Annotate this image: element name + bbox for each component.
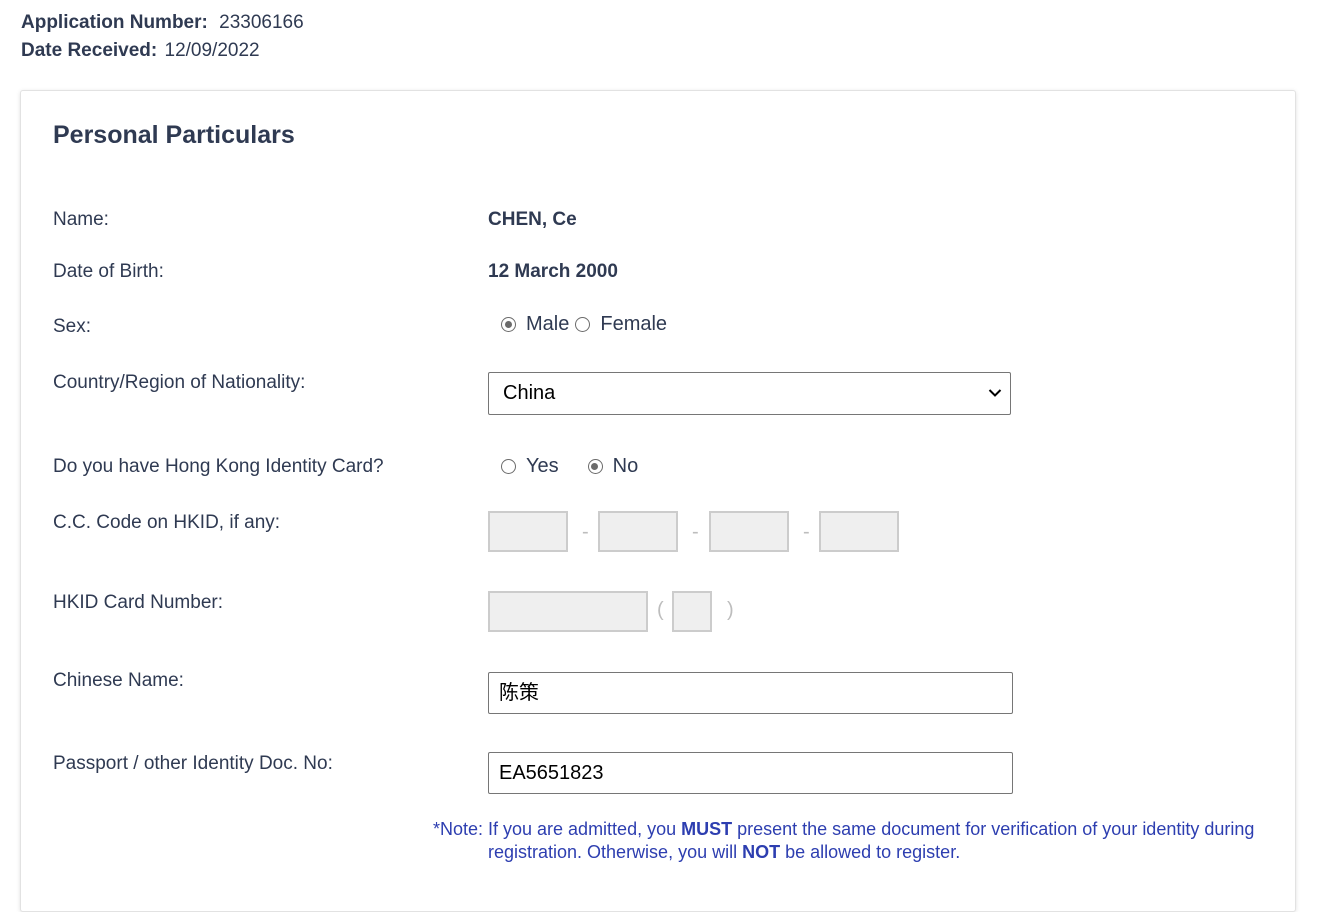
- cc-code-input-2[interactable]: [598, 511, 678, 552]
- hkid-no-label: No: [612, 455, 639, 477]
- date-received-value: 12/09/2022: [164, 40, 260, 61]
- personal-particulars-card: Personal Particulars Name: CHEN, Ce Date…: [20, 90, 1296, 912]
- sex-radio-group: Male Female: [501, 313, 667, 336]
- cc-code-separator: -: [582, 521, 589, 543]
- note-text-1: If you are admitted, you: [488, 819, 682, 839]
- cc-code-input-3[interactable]: [709, 511, 789, 552]
- hkid-number-label: HKID Card Number:: [53, 592, 223, 613]
- hkid-yes-label: Yes: [526, 455, 559, 477]
- hkid-yes-radio[interactable]: [501, 459, 516, 474]
- application-number-row: Application Number: 23306166: [21, 9, 304, 37]
- chevron-down-icon: [988, 373, 1002, 414]
- note-emphasis-must: MUST: [681, 819, 733, 839]
- sex-male-radio[interactable]: [501, 317, 516, 332]
- section-title: Personal Particulars: [53, 121, 295, 149]
- note-prefix: *Note:: [433, 819, 484, 839]
- nationality-label: Country/Region of Nationality:: [53, 372, 306, 393]
- chinese-name-input[interactable]: 陈策: [488, 672, 1013, 714]
- hkid-number-input[interactable]: [488, 591, 648, 632]
- cc-code-separator: -: [803, 521, 810, 543]
- application-number-label: Application Number:: [21, 12, 208, 33]
- date-received-label: Date Received:: [21, 40, 158, 61]
- hkid-open-paren: (: [657, 599, 664, 621]
- sex-female-radio[interactable]: [575, 317, 591, 332]
- nationality-selected-value: China: [503, 382, 556, 404]
- hkid-no-radio[interactable]: [587, 459, 603, 474]
- hkid-close-paren: ): [727, 599, 734, 621]
- hkid-question-label: Do you have Hong Kong Identity Card?: [53, 456, 384, 477]
- hkid-check-digit-input[interactable]: [672, 591, 712, 632]
- note-emphasis-not: NOT: [742, 842, 781, 862]
- hkid-radio-group: Yes No: [501, 455, 638, 478]
- application-number-value: 23306166: [219, 12, 304, 33]
- nationality-select[interactable]: China: [488, 372, 1011, 415]
- passport-label: Passport / other Identity Doc. No:: [53, 753, 333, 774]
- name-value: CHEN, Ce: [488, 209, 577, 230]
- sex-male-label: Male: [526, 313, 570, 335]
- cc-code-label: C.C. Code on HKID, if any:: [53, 512, 281, 533]
- cc-code-input-4[interactable]: [819, 511, 899, 552]
- cc-code-separator: -: [692, 521, 699, 543]
- dob-value: 12 March 2000: [488, 261, 618, 282]
- passport-input[interactable]: EA5651823: [488, 752, 1013, 794]
- sex-female-label: Female: [600, 313, 668, 335]
- note-text-3: be allowed to register.: [780, 842, 961, 862]
- chinese-name-label: Chinese Name:: [53, 670, 184, 691]
- name-label: Name:: [53, 209, 109, 230]
- dob-label: Date of Birth:: [53, 261, 164, 282]
- cc-code-input-1[interactable]: [488, 511, 568, 552]
- sex-label: Sex:: [53, 316, 92, 337]
- note-body: If you are admitted, you MUST present th…: [488, 818, 1278, 864]
- application-info: Application Number: 23306166 Date Receiv…: [21, 9, 304, 65]
- date-received-row: Date Received: 12/09/2022: [21, 37, 304, 65]
